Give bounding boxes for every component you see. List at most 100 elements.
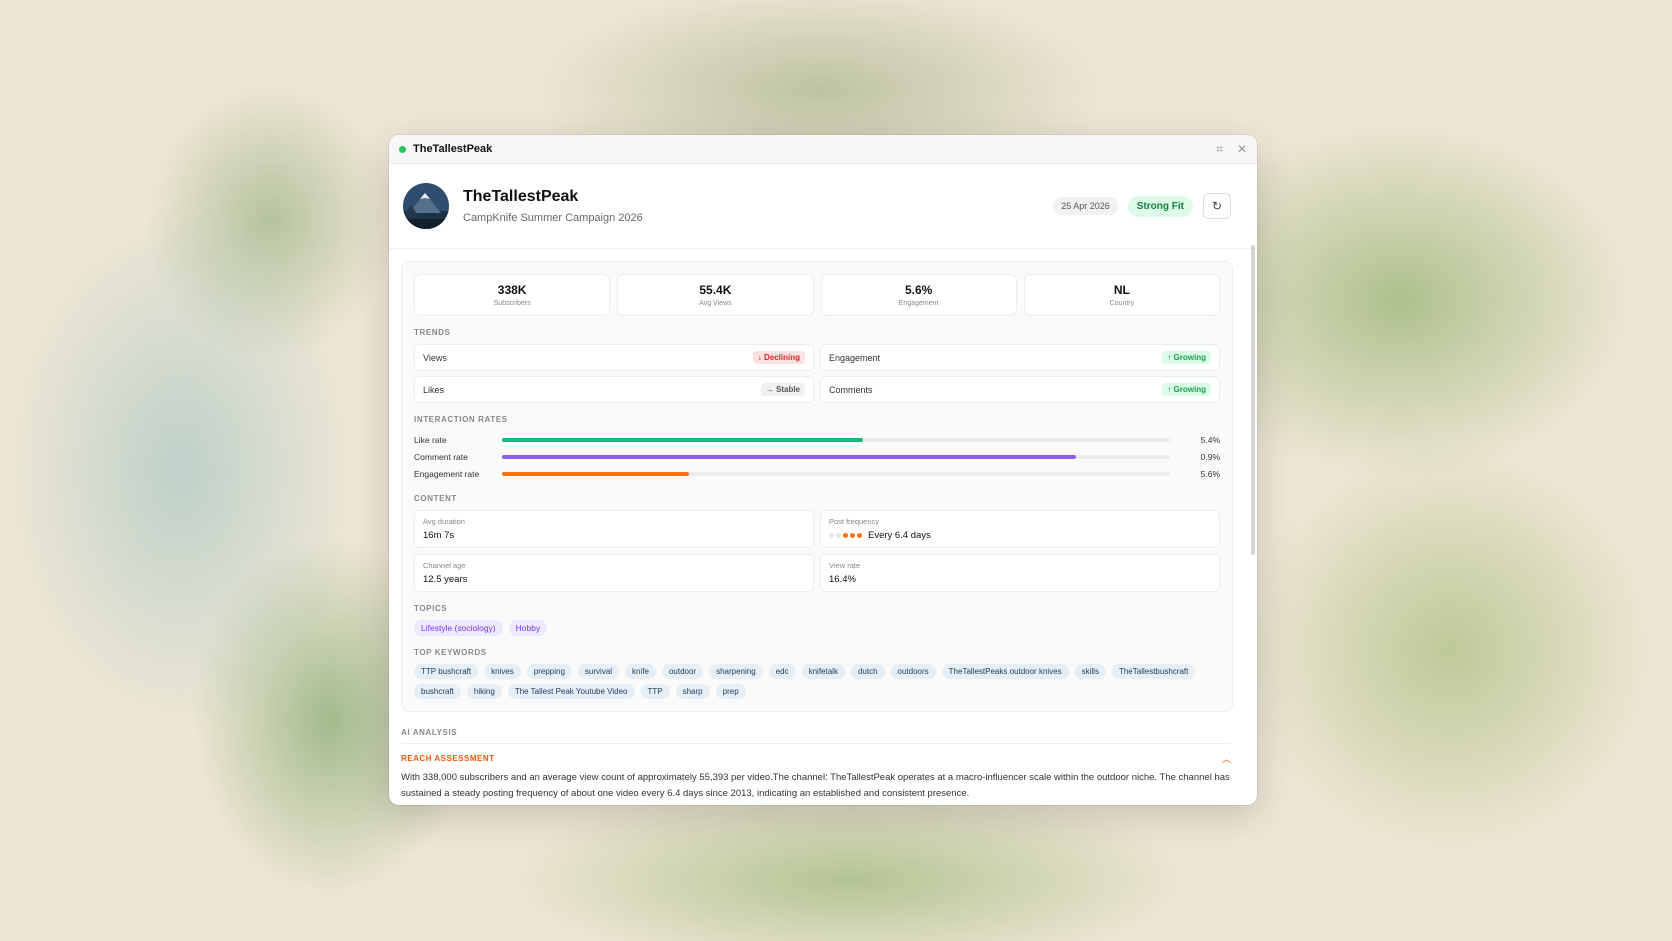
refresh-icon: ↻ xyxy=(1211,199,1223,213)
rate-value: 0.9% xyxy=(1200,451,1220,462)
comment-rate-bar xyxy=(502,454,1077,459)
ai-analysis-heading: AI ANALYSIS xyxy=(401,728,1231,744)
rates-list: Like rate 5.4% Comment rate 0.9% Engagemen… xyxy=(414,431,1220,482)
card-label: Channel age xyxy=(423,561,466,570)
rate-row: Like rate 5.4% xyxy=(414,431,1220,448)
keyword-chip[interactable]: edc xyxy=(768,664,796,679)
trend-label: Comments xyxy=(829,384,873,395)
post-frequency-value: Every 6.4 days xyxy=(868,530,931,541)
channel-age-card: Channel age 12.5 years xyxy=(414,554,814,592)
trend-row-comments: Comments ↑ Growing xyxy=(820,376,1220,403)
rate-track xyxy=(502,437,1170,442)
stat-label: Engagement xyxy=(898,300,939,307)
trend-label: Likes xyxy=(423,384,445,395)
avg-duration-value: 16m 7s xyxy=(423,530,455,541)
frequency-dot xyxy=(850,533,855,538)
keyword-chip[interactable]: outdoor xyxy=(661,664,704,679)
channel-window: TheTallestPeak ⌗ ✕ TheTallestPeak CampKn… xyxy=(389,135,1257,805)
keyword-chip[interactable]: sharpening xyxy=(709,664,763,679)
stat-card: 55.4K Avg Views xyxy=(617,274,814,316)
keyword-chip[interactable]: prep xyxy=(715,684,746,699)
keywords-heading: TOP KEYWORDS xyxy=(414,648,487,657)
avg-duration-card: Avg duration 16m 7s xyxy=(414,510,814,548)
trends-heading: TRENDS xyxy=(414,328,451,337)
stat-card: 338K Subscribers xyxy=(414,274,611,316)
like-rate-bar xyxy=(502,437,863,442)
trend-row-engagement: Engagement ↑ Growing xyxy=(820,344,1220,371)
keyword-chip[interactable]: knifetalk xyxy=(801,664,845,679)
frequency-dots xyxy=(829,533,862,538)
channel-age-value: 12.5 years xyxy=(423,574,468,585)
card-label: Post frequency xyxy=(829,517,880,526)
keyword-chip[interactable]: TTP xyxy=(640,684,670,699)
topics-list: Lifestyle (sociology) Hobby xyxy=(414,620,1220,636)
frequency-dot xyxy=(829,533,834,538)
keyword-chip[interactable]: prepping xyxy=(526,664,572,679)
stat-value: 5.6% xyxy=(904,283,933,297)
trend-label: Engagement xyxy=(829,352,881,363)
stats-row: 338K Subscribers 55.4K Avg Views 5.6% Engag… xyxy=(414,274,1220,316)
topic-chip[interactable]: Lifestyle (sociology) xyxy=(414,620,503,636)
keyword-chip[interactable]: TheTallestPeaks outdoor knives xyxy=(941,664,1069,679)
content-heading: CONTENT xyxy=(414,494,457,503)
trend-badge: ↑ Growing xyxy=(1162,383,1211,396)
rate-row: Comment rate 0.9% xyxy=(414,448,1220,465)
pin-icon[interactable]: ⌗ xyxy=(1216,142,1223,157)
trend-row-views: Views ↓ Declining xyxy=(414,344,814,371)
rate-label: Comment rate xyxy=(414,451,468,462)
campaign-name: CampKnife Summer Campaign 2026 xyxy=(463,212,643,224)
interaction-heading: INTERACTION RATES xyxy=(414,415,508,424)
avatar xyxy=(403,183,449,229)
ai-analysis: AI ANALYSIS REACH ASSESSMENT ︿ With 338,… xyxy=(389,728,1257,802)
date-badge: 25 Apr 2026 xyxy=(1053,197,1118,215)
trend-badge: ↓ Declining xyxy=(752,351,805,364)
title-bar: TheTallestPeak ⌗ ✕ xyxy=(389,135,1257,164)
online-status-icon xyxy=(399,145,406,153)
trend-label: Views xyxy=(423,352,447,363)
keyword-chip[interactable]: hiking xyxy=(466,684,502,699)
keyword-chip[interactable]: The Tallest Peak Youtube Video xyxy=(507,684,635,699)
card-label: Avg duration xyxy=(423,517,465,526)
card-label: View rate xyxy=(829,561,861,570)
frequency-dot xyxy=(836,533,841,538)
keyword-chip[interactable]: knives xyxy=(484,664,521,679)
scrollbar[interactable] xyxy=(1251,245,1255,555)
refresh-button[interactable]: ↻ xyxy=(1203,193,1231,219)
trend-badge: → Stable xyxy=(760,383,805,396)
rate-label: Engagement rate xyxy=(414,468,480,479)
rate-label: Like rate xyxy=(414,434,447,445)
stat-value: 55.4K xyxy=(699,283,732,297)
reach-assessment-text: With 338,000 subscribers and an average … xyxy=(401,772,1230,799)
channel-metrics-panel: 338K Subscribers 55.4K Avg Views 5.6% Engag… xyxy=(401,261,1233,712)
channel-name: TheTallestPeak xyxy=(463,188,579,205)
stat-label: Country xyxy=(1109,300,1135,307)
stat-value: NL xyxy=(1113,283,1130,297)
fit-badge: Strong Fit xyxy=(1127,195,1193,217)
window-title: TheTallestPeak xyxy=(413,143,493,155)
stat-card: 5.6% Engagement xyxy=(820,274,1017,316)
view-rate-value: 16.4% xyxy=(829,574,856,585)
stat-label: Subscribers xyxy=(493,300,531,307)
engagement-rate-bar xyxy=(502,471,690,476)
rate-value: 5.6% xyxy=(1200,468,1220,479)
reach-assessment-toggle[interactable]: REACH ASSESSMENT ︿ xyxy=(401,752,1231,765)
keyword-chip[interactable]: dutch xyxy=(850,664,885,679)
keyword-chip[interactable]: knife xyxy=(625,664,656,679)
keyword-chip[interactable]: TTP bushcraft xyxy=(414,664,479,679)
rate-track xyxy=(502,454,1170,459)
keywords-list: TTP bushcraft knives prepping survival k… xyxy=(414,664,1220,699)
chevron-up-icon[interactable]: ︿ xyxy=(1222,752,1231,765)
rate-track xyxy=(502,471,1170,476)
topic-chip[interactable]: Hobby xyxy=(508,620,548,636)
trend-badge: ↑ Growing xyxy=(1162,351,1211,364)
keyword-chip[interactable]: outdoors xyxy=(890,664,936,679)
frequency-dot xyxy=(857,533,862,538)
topics-heading: TOPICS xyxy=(414,604,448,613)
keyword-chip[interactable]: TheTallestbushcraft xyxy=(1111,664,1196,679)
keyword-chip[interactable]: skills xyxy=(1074,664,1106,679)
reach-assessment-title: REACH ASSESSMENT xyxy=(401,754,495,763)
keyword-chip[interactable]: survival xyxy=(577,664,620,679)
keyword-chip[interactable]: sharp xyxy=(675,684,710,699)
keyword-chip[interactable]: bushcraft xyxy=(414,684,461,699)
close-icon[interactable]: ✕ xyxy=(1237,142,1247,157)
